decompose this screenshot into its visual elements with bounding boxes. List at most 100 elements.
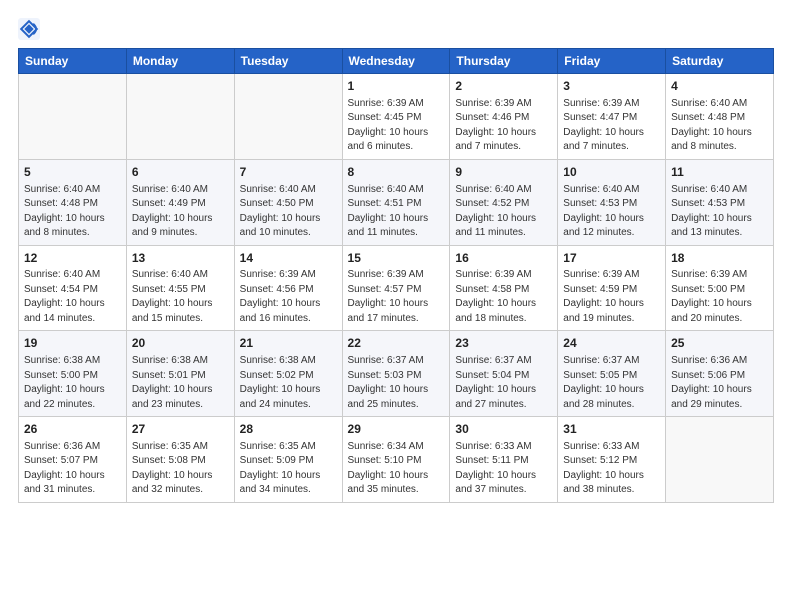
- calendar-cell: 27 Sunrise: 6:35 AMSunset: 5:08 PMDayligh…: [126, 417, 234, 503]
- day-info: Sunrise: 6:36 AMSunset: 5:07 PMDaylight:…: [24, 440, 121, 498]
- logo-icon: [18, 18, 40, 40]
- day-number: 30: [455, 421, 552, 438]
- day-number: 10: [563, 164, 660, 181]
- page-header: [18, 18, 774, 40]
- day-info: Sunrise: 6:39 AMSunset: 5:00 PMDaylight:…: [671, 268, 768, 326]
- calendar-week-1: 1 Sunrise: 6:39 AMSunset: 4:45 PMDaylight…: [19, 74, 774, 160]
- calendar-page: Sunday Monday Tuesday Wednesday Thursday…: [0, 0, 792, 515]
- day-info: Sunrise: 6:39 AMSunset: 4:45 PMDaylight:…: [348, 97, 445, 155]
- calendar-cell: 21 Sunrise: 6:38 AMSunset: 5:02 PMDayligh…: [234, 331, 342, 417]
- calendar-table: Sunday Monday Tuesday Wednesday Thursday…: [18, 48, 774, 503]
- day-info: Sunrise: 6:39 AMSunset: 4:56 PMDaylight:…: [240, 268, 337, 326]
- day-number: 4: [671, 78, 768, 95]
- day-info: Sunrise: 6:35 AMSunset: 5:08 PMDaylight:…: [132, 440, 229, 498]
- day-number: 23: [455, 335, 552, 352]
- calendar-cell: [126, 74, 234, 160]
- day-number: 6: [132, 164, 229, 181]
- day-info: Sunrise: 6:40 AMSunset: 4:53 PMDaylight:…: [671, 183, 768, 241]
- calendar-cell: 4 Sunrise: 6:40 AMSunset: 4:48 PMDaylight…: [666, 74, 774, 160]
- day-number: 19: [24, 335, 121, 352]
- calendar-cell: 26 Sunrise: 6:36 AMSunset: 5:07 PMDayligh…: [19, 417, 127, 503]
- day-info: Sunrise: 6:33 AMSunset: 5:12 PMDaylight:…: [563, 440, 660, 498]
- calendar-cell: 9 Sunrise: 6:40 AMSunset: 4:52 PMDaylight…: [450, 159, 558, 245]
- day-number: 20: [132, 335, 229, 352]
- header-sunday: Sunday: [19, 49, 127, 74]
- day-number: 22: [348, 335, 445, 352]
- calendar-cell: 5Sunrise: 6:40 AMSunset: 4:48 PMDaylight…: [19, 159, 127, 245]
- day-number: 27: [132, 421, 229, 438]
- day-info: Sunrise: 6:35 AMSunset: 5:09 PMDaylight:…: [240, 440, 337, 498]
- day-info: Sunrise: 6:38 AMSunset: 5:00 PMDaylight:…: [24, 354, 121, 412]
- day-info: Sunrise: 6:38 AMSunset: 5:02 PMDaylight:…: [240, 354, 337, 412]
- calendar-cell: 23 Sunrise: 6:37 AMSunset: 5:04 PMDayligh…: [450, 331, 558, 417]
- calendar-cell: 24 Sunrise: 6:37 AMSunset: 5:05 PMDayligh…: [558, 331, 666, 417]
- calendar-cell: 10 Sunrise: 6:40 AMSunset: 4:53 PMDayligh…: [558, 159, 666, 245]
- calendar-cell: 12Sunrise: 6:40 AMSunset: 4:54 PMDayligh…: [19, 245, 127, 331]
- day-info: Sunrise: 6:40 AMSunset: 4:51 PMDaylight:…: [348, 183, 445, 241]
- calendar-cell: 28 Sunrise: 6:35 AMSunset: 5:09 PMDayligh…: [234, 417, 342, 503]
- calendar-cell: [19, 74, 127, 160]
- header-tuesday: Tuesday: [234, 49, 342, 74]
- day-number: 24: [563, 335, 660, 352]
- calendar-week-5: 26 Sunrise: 6:36 AMSunset: 5:07 PMDayligh…: [19, 417, 774, 503]
- calendar-cell: 6 Sunrise: 6:40 AMSunset: 4:49 PMDaylight…: [126, 159, 234, 245]
- day-number: 13: [132, 250, 229, 267]
- calendar-cell: 1 Sunrise: 6:39 AMSunset: 4:45 PMDaylight…: [342, 74, 450, 160]
- calendar-cell: 29Sunrise: 6:34 AMSunset: 5:10 PMDayligh…: [342, 417, 450, 503]
- day-info: Sunrise: 6:39 AMSunset: 4:58 PMDaylight:…: [455, 268, 552, 326]
- calendar-week-4: 19 Sunrise: 6:38 AMSunset: 5:00 PMDayligh…: [19, 331, 774, 417]
- day-number: 21: [240, 335, 337, 352]
- day-number: 28: [240, 421, 337, 438]
- day-number: 31: [563, 421, 660, 438]
- day-number: 12: [24, 250, 121, 267]
- calendar-week-3: 12Sunrise: 6:40 AMSunset: 4:54 PMDayligh…: [19, 245, 774, 331]
- calendar-cell: 20 Sunrise: 6:38 AMSunset: 5:01 PMDayligh…: [126, 331, 234, 417]
- day-number: 18: [671, 250, 768, 267]
- calendar-cell: 13Sunrise: 6:40 AMSunset: 4:55 PMDayligh…: [126, 245, 234, 331]
- day-info: Sunrise: 6:40 AMSunset: 4:48 PMDaylight:…: [671, 97, 768, 155]
- calendar-cell: 25Sunrise: 6:36 AMSunset: 5:06 PMDayligh…: [666, 331, 774, 417]
- day-info: Sunrise: 6:39 AMSunset: 4:46 PMDaylight:…: [455, 97, 552, 155]
- calendar-cell: 16Sunrise: 6:39 AMSunset: 4:58 PMDayligh…: [450, 245, 558, 331]
- calendar-week-2: 5Sunrise: 6:40 AMSunset: 4:48 PMDaylight…: [19, 159, 774, 245]
- calendar-cell: 15Sunrise: 6:39 AMSunset: 4:57 PMDayligh…: [342, 245, 450, 331]
- calendar-cell: 19 Sunrise: 6:38 AMSunset: 5:00 PMDayligh…: [19, 331, 127, 417]
- day-number: 17: [563, 250, 660, 267]
- header-monday: Monday: [126, 49, 234, 74]
- header-saturday: Saturday: [666, 49, 774, 74]
- day-info: Sunrise: 6:37 AMSunset: 5:04 PMDaylight:…: [455, 354, 552, 412]
- day-number: 15: [348, 250, 445, 267]
- day-info: Sunrise: 6:37 AMSunset: 5:05 PMDaylight:…: [563, 354, 660, 412]
- day-number: 9: [455, 164, 552, 181]
- day-info: Sunrise: 6:37 AMSunset: 5:03 PMDaylight:…: [348, 354, 445, 412]
- day-info: Sunrise: 6:40 AMSunset: 4:50 PMDaylight:…: [240, 183, 337, 241]
- day-number: 14: [240, 250, 337, 267]
- day-number: 1: [348, 78, 445, 95]
- logo: [18, 18, 44, 40]
- day-info: Sunrise: 6:40 AMSunset: 4:54 PMDaylight:…: [24, 268, 121, 326]
- day-info: Sunrise: 6:36 AMSunset: 5:06 PMDaylight:…: [671, 354, 768, 412]
- day-number: 7: [240, 164, 337, 181]
- day-info: Sunrise: 6:40 AMSunset: 4:53 PMDaylight:…: [563, 183, 660, 241]
- calendar-cell: 2Sunrise: 6:39 AMSunset: 4:46 PMDaylight…: [450, 74, 558, 160]
- calendar-cell: 18Sunrise: 6:39 AMSunset: 5:00 PMDayligh…: [666, 245, 774, 331]
- day-number: 26: [24, 421, 121, 438]
- calendar-cell: 14Sunrise: 6:39 AMSunset: 4:56 PMDayligh…: [234, 245, 342, 331]
- calendar-cell: 3Sunrise: 6:39 AMSunset: 4:47 PMDaylight…: [558, 74, 666, 160]
- day-info: Sunrise: 6:40 AMSunset: 4:49 PMDaylight:…: [132, 183, 229, 241]
- calendar-cell: 17Sunrise: 6:39 AMSunset: 4:59 PMDayligh…: [558, 245, 666, 331]
- day-number: 11: [671, 164, 768, 181]
- header-friday: Friday: [558, 49, 666, 74]
- day-info: Sunrise: 6:39 AMSunset: 4:59 PMDaylight:…: [563, 268, 660, 326]
- day-info: Sunrise: 6:40 AMSunset: 4:55 PMDaylight:…: [132, 268, 229, 326]
- day-info: Sunrise: 6:39 AMSunset: 4:57 PMDaylight:…: [348, 268, 445, 326]
- day-info: Sunrise: 6:33 AMSunset: 5:11 PMDaylight:…: [455, 440, 552, 498]
- day-info: Sunrise: 6:38 AMSunset: 5:01 PMDaylight:…: [132, 354, 229, 412]
- day-info: Sunrise: 6:40 AMSunset: 4:52 PMDaylight:…: [455, 183, 552, 241]
- calendar-cell: [234, 74, 342, 160]
- calendar-cell: 31 Sunrise: 6:33 AMSunset: 5:12 PMDayligh…: [558, 417, 666, 503]
- day-number: 5: [24, 164, 121, 181]
- calendar-cell: 7 Sunrise: 6:40 AMSunset: 4:50 PMDaylight…: [234, 159, 342, 245]
- calendar-cell: 22 Sunrise: 6:37 AMSunset: 5:03 PMDayligh…: [342, 331, 450, 417]
- header-thursday: Thursday: [450, 49, 558, 74]
